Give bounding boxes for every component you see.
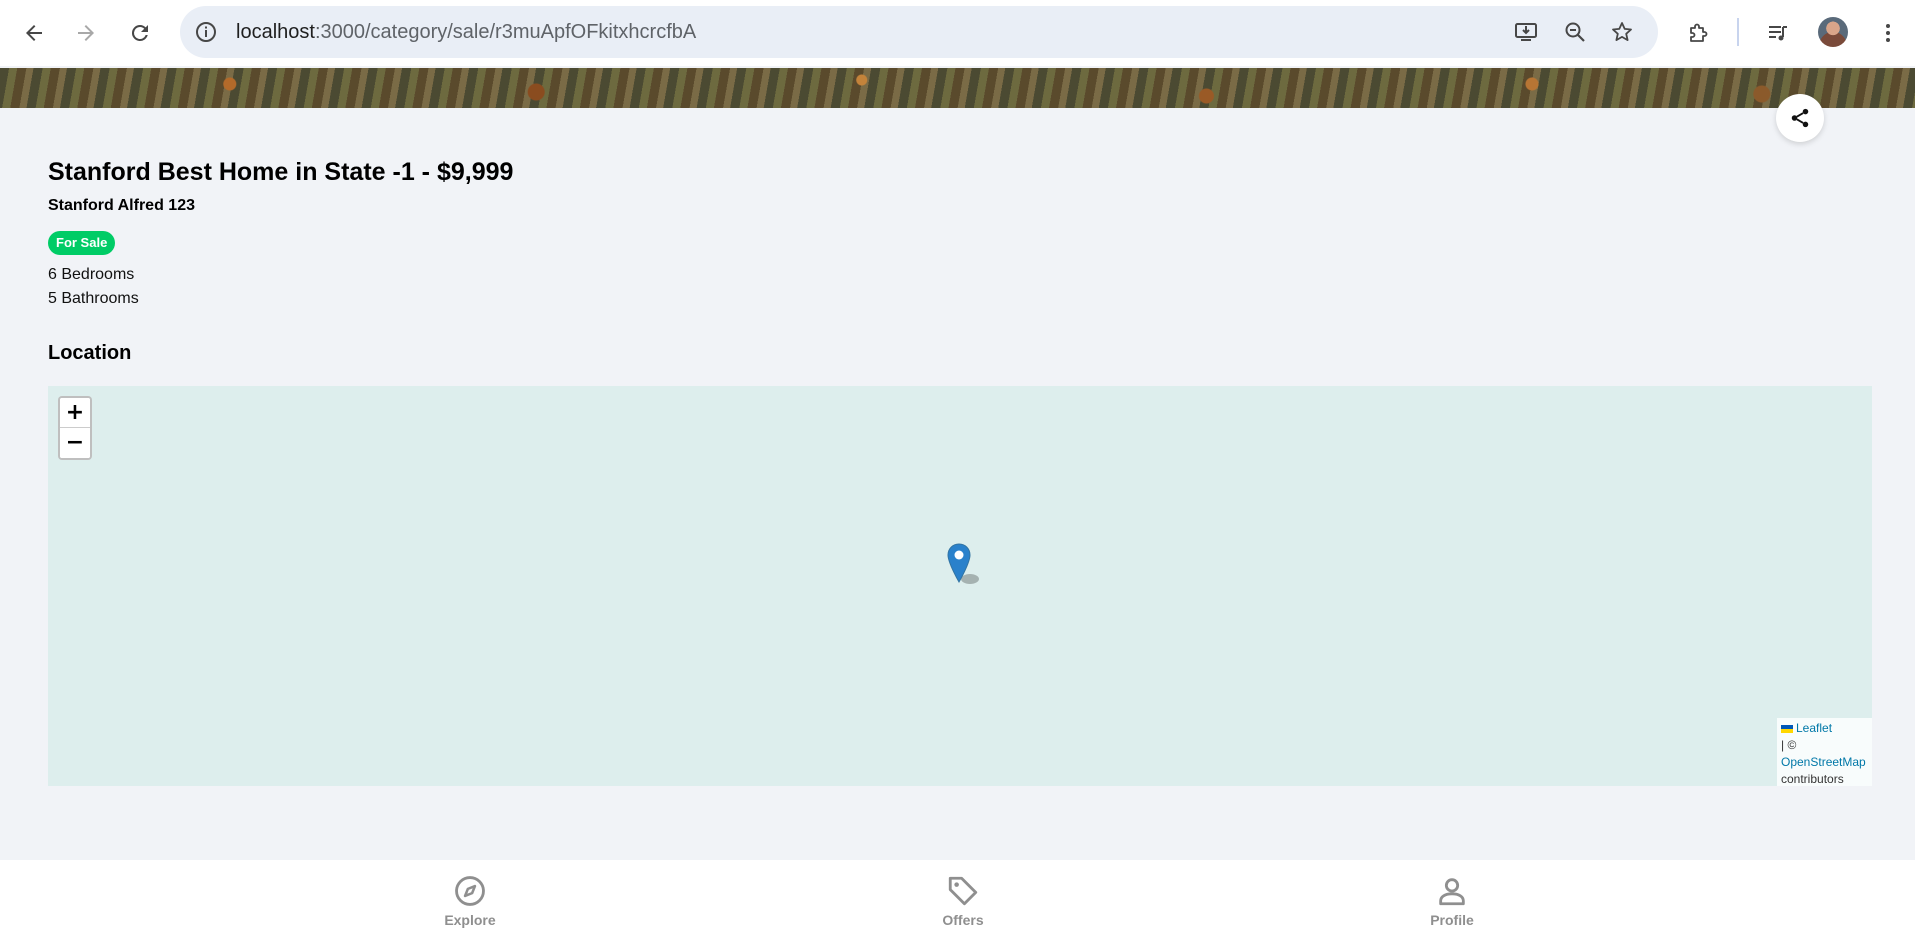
forward-button[interactable] [66,13,106,53]
zoom-out-icon[interactable] [1563,20,1587,44]
bathrooms-count: 5 Bathrooms [48,290,139,307]
tag-icon [948,876,978,906]
url-path: :3000/category/sale/r3muApfOFkitxhcrcfbA [314,21,697,43]
ukraine-flag-icon [1781,724,1793,733]
kebab-menu-icon [1886,24,1890,42]
location-heading: Location [48,342,132,364]
nav-item-offers[interactable]: Offers [903,874,1023,928]
star-icon[interactable] [1610,20,1634,44]
leaflet-link[interactable]: Leaflet [1796,721,1832,735]
zoom-control: + − [58,396,92,460]
back-button[interactable] [14,13,54,53]
profile-avatar[interactable] [1818,17,1848,47]
browser-toolbar: localhost:3000/category/sale/r3muApfOFki… [0,0,1915,66]
zoom-in-button[interactable]: + [60,398,90,428]
nav-label-offers: Offers [942,912,984,928]
nav-item-profile[interactable]: Profile [1392,874,1512,928]
listing-address: Stanford Alfred 123 [48,197,195,214]
share-button[interactable] [1776,94,1824,142]
attribution-separator: | © [1781,738,1797,752]
reload-icon [131,24,148,41]
listing-hero-image [0,68,1915,108]
url-text[interactable]: localhost:3000/category/sale/r3muApfOFki… [236,6,696,58]
puzzle-icon [1690,23,1708,42]
install-app-icon[interactable] [1514,20,1538,44]
person-icon [1439,878,1465,906]
location-map[interactable]: + − Leaflet | © OpenStreetMap contributo… [48,386,1872,786]
url-host: localhost [236,21,315,43]
toolbar-divider [1737,18,1739,46]
info-icon[interactable] [194,20,218,44]
compass-icon [455,876,485,906]
media-queue-icon [1769,26,1787,41]
attribution-contributors: contributors [1781,772,1844,786]
bottom-navigation: Explore Offers Profile [0,860,1915,943]
openstreetmap-link[interactable]: OpenStreetMap [1781,755,1866,769]
reload-button[interactable] [120,13,160,53]
listing-title: Stanford Best Home in State -1 - $9,999 [48,158,514,186]
nav-item-explore[interactable]: Explore [410,874,530,928]
arrow-right-icon [78,25,94,41]
browser-menu-button[interactable] [1868,13,1908,53]
nav-label-explore: Explore [444,912,496,928]
status-badge: For Sale [48,231,116,255]
media-button[interactable] [1758,13,1798,53]
map-attribution: Leaflet | © OpenStreetMap contributors [1777,718,1872,786]
share-icon [1791,108,1809,128]
address-bar[interactable]: localhost:3000/category/sale/r3muApfOFki… [180,6,1658,58]
nav-label-profile: Profile [1430,912,1474,928]
arrow-left-icon [26,25,42,41]
bedrooms-count: 6 Bedrooms [48,266,135,283]
map-marker-icon[interactable] [946,543,986,587]
zoom-out-button[interactable]: − [60,428,90,458]
extensions-button[interactable] [1679,13,1719,53]
